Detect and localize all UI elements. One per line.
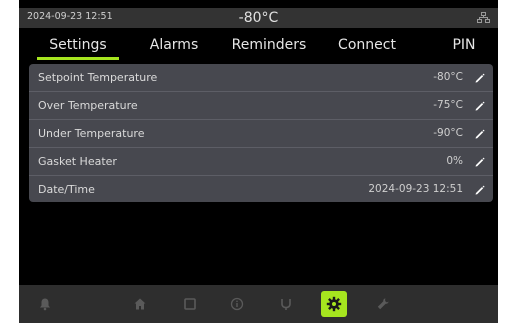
edit-pencil-icon[interactable] — [474, 100, 485, 111]
tab-bar: Settings Alarms Reminders Connect PIN — [19, 28, 498, 62]
display-icon[interactable] — [177, 291, 203, 317]
setting-row-over-temperature[interactable]: Over Temperature -75°C — [29, 92, 493, 120]
current-temperature: -80°C — [238, 10, 279, 26]
setting-value: -80°C — [433, 71, 463, 83]
edit-pencil-icon[interactable] — [474, 72, 485, 83]
bell-icon[interactable] — [32, 291, 58, 317]
setting-row-date-time[interactable]: Date/Time 2024-09-23 12:51 — [29, 176, 493, 202]
wrench-icon[interactable] — [370, 291, 396, 317]
tab-alarms[interactable]: Alarms — [139, 28, 209, 62]
setting-row-gasket-heater[interactable]: Gasket Heater 0% — [29, 148, 493, 176]
gear-icon[interactable] — [321, 291, 347, 317]
setting-value: 2024-09-23 12:51 — [368, 183, 463, 195]
edit-pencil-icon[interactable] — [474, 128, 485, 139]
setting-value: 0% — [446, 155, 463, 167]
tab-reminders[interactable]: Reminders — [224, 28, 314, 62]
device-screen: 2024-09-23 12:51 -80°C Settings Alarms R… — [19, 0, 498, 323]
setting-label: Under Temperature — [38, 127, 145, 140]
network-icon — [477, 12, 490, 23]
setting-value: -75°C — [433, 99, 463, 111]
bottom-nav-bar — [19, 285, 498, 323]
setting-value: -90°C — [433, 127, 463, 139]
tab-connect[interactable]: Connect — [327, 28, 407, 62]
edit-pencil-icon[interactable] — [474, 156, 485, 167]
usb-icon[interactable] — [273, 291, 299, 317]
setting-label: Setpoint Temperature — [38, 71, 158, 84]
edit-pencil-icon[interactable] — [474, 184, 485, 195]
status-bar: 2024-09-23 12:51 -80°C — [19, 8, 498, 28]
settings-list: Setpoint Temperature -80°C Over Temperat… — [29, 64, 493, 202]
info-icon[interactable] — [224, 291, 250, 317]
setting-row-under-temperature[interactable]: Under Temperature -90°C — [29, 120, 493, 148]
setting-label: Gasket Heater — [38, 155, 117, 168]
tab-pin[interactable]: PIN — [439, 28, 489, 62]
setting-row-setpoint-temperature[interactable]: Setpoint Temperature -80°C — [29, 64, 493, 92]
tab-settings[interactable]: Settings — [31, 28, 125, 62]
setting-label: Date/Time — [38, 183, 95, 196]
setting-label: Over Temperature — [38, 99, 138, 112]
home-icon[interactable] — [127, 291, 153, 317]
